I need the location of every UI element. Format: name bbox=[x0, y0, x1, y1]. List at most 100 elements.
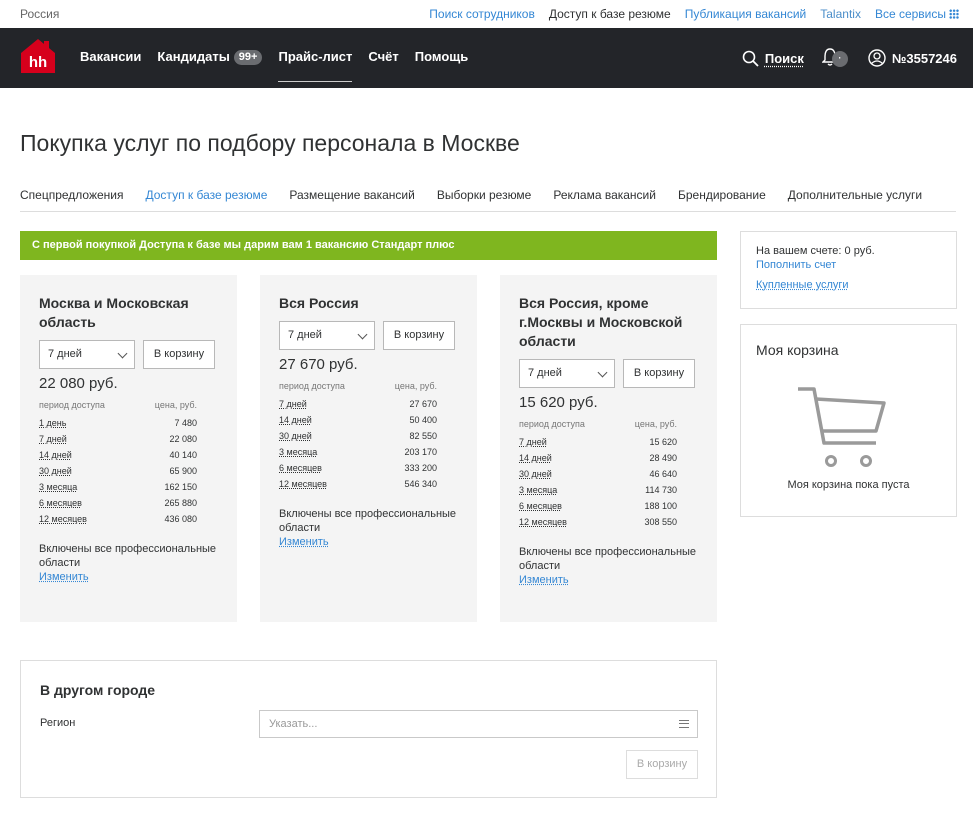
nav-account-bill[interactable]: Счёт bbox=[368, 28, 398, 88]
list-icon bbox=[679, 720, 689, 728]
price-header: цена, руб. bbox=[154, 400, 197, 410]
change-link[interactable]: Изменить bbox=[519, 574, 698, 586]
search-button[interactable]: Поиск bbox=[742, 50, 804, 67]
link-resume-access[interactable]: Доступ к базе резюме bbox=[549, 7, 671, 21]
grid-icon bbox=[949, 9, 959, 19]
add-to-cart-button[interactable]: В корзину bbox=[383, 321, 455, 350]
price-header: цена, руб. bbox=[394, 381, 437, 391]
table-row[interactable]: 12 месяцев 436 080 bbox=[39, 511, 197, 527]
row-price: 28 490 bbox=[649, 453, 677, 463]
change-link[interactable]: Изменить bbox=[279, 536, 458, 548]
nav-vacancies[interactable]: Вакансии bbox=[80, 28, 141, 88]
region-placeholder: Указать... bbox=[269, 718, 318, 730]
row-period: 12 месяцев bbox=[39, 514, 87, 524]
all-services-label: Все сервисы bbox=[874, 7, 946, 21]
hh-logo[interactable]: hh bbox=[20, 38, 56, 74]
period-select[interactable]: 7 дней bbox=[279, 321, 375, 350]
row-period: 7 дней bbox=[519, 437, 547, 447]
row-period: 6 месяцев bbox=[519, 501, 562, 511]
price-header: цена, руб. bbox=[634, 419, 677, 429]
table-row[interactable]: 7 дней 15 620 bbox=[519, 434, 677, 450]
period-header: период доступа bbox=[279, 381, 345, 391]
period-header: период доступа bbox=[519, 419, 585, 429]
main-header: hh Вакансии Кандидаты 99+ Прайс-лист Счёт… bbox=[0, 28, 973, 88]
row-price: 7 480 bbox=[174, 418, 197, 428]
link-all-services[interactable]: Все сервисы bbox=[875, 7, 959, 21]
tab-branding[interactable]: Брендирование bbox=[678, 188, 766, 211]
table-row[interactable]: 30 дней 82 550 bbox=[279, 428, 437, 444]
region-input[interactable]: Указать... bbox=[259, 710, 698, 738]
link-vacancy-publishing[interactable]: Публикация вакансий bbox=[685, 7, 807, 21]
tab-vacancy-ads[interactable]: Реклама вакансий bbox=[553, 188, 656, 211]
user-icon bbox=[868, 49, 886, 67]
region-card-russia: Вся Россия 7 дней В корзину 27 670 руб. … bbox=[260, 275, 477, 622]
row-period: 6 месяцев bbox=[279, 463, 322, 473]
region-card-moscow: Москва и Московская область 7 дней В кор… bbox=[20, 275, 237, 622]
tab-resume-selections[interactable]: Выборки резюме bbox=[437, 188, 532, 211]
period-select[interactable]: 7 дней bbox=[39, 340, 135, 369]
table-row[interactable]: 30 дней 65 900 bbox=[39, 463, 197, 479]
table-row[interactable]: 14 дней 28 490 bbox=[519, 450, 677, 466]
nav-price-list[interactable]: Прайс-лист bbox=[278, 28, 352, 88]
cart-empty-text: Моя корзина пока пуста bbox=[787, 479, 910, 491]
table-row[interactable]: 3 месяца 203 170 bbox=[279, 444, 437, 460]
row-price: 40 140 bbox=[169, 450, 197, 460]
table-row[interactable]: 30 дней 46 640 bbox=[519, 466, 677, 482]
included-areas-note: Включены все профессиональные области bbox=[519, 546, 697, 572]
account-balance-box: На вашем счете: 0 руб. Пополнить счет Ку… bbox=[740, 231, 957, 309]
country-selector[interactable]: Россия bbox=[20, 7, 59, 21]
account-menu[interactable]: №3557246 bbox=[868, 49, 957, 67]
table-row[interactable]: 6 месяцев 265 880 bbox=[39, 495, 197, 511]
price-table-header: период доступа цена, руб. bbox=[39, 400, 197, 410]
period-select-value: 7 дней bbox=[288, 329, 322, 341]
tab-special-offers[interactable]: Спецпредложения bbox=[20, 188, 124, 211]
notifications-button[interactable]: · bbox=[821, 47, 850, 69]
account-number: №3557246 bbox=[891, 50, 957, 66]
period-select-value: 7 дней bbox=[48, 348, 82, 360]
chevron-down-icon bbox=[117, 348, 128, 359]
row-price: 333 200 bbox=[404, 463, 437, 473]
nav-help[interactable]: Помощь bbox=[415, 28, 468, 88]
cart-title: Моя корзина bbox=[756, 342, 839, 358]
notification-badge: · bbox=[831, 51, 848, 67]
card-price: 15 620 руб. bbox=[519, 394, 598, 411]
row-price: 15 620 bbox=[649, 437, 677, 447]
table-row[interactable]: 6 месяцев 333 200 bbox=[279, 460, 437, 476]
period-select[interactable]: 7 дней bbox=[519, 359, 615, 388]
card-title: Вся Россия, кроме г.Москвы и Московской … bbox=[519, 295, 683, 349]
row-period: 12 месяцев bbox=[279, 479, 327, 489]
card-controls: 7 дней В корзину bbox=[279, 321, 458, 350]
tab-resume-access[interactable]: Доступ к базе резюме bbox=[146, 188, 268, 211]
row-price: 203 170 bbox=[404, 447, 437, 457]
link-find-employees[interactable]: Поиск сотрудников bbox=[429, 7, 535, 21]
tab-vacancy-placement[interactable]: Размещение вакансий bbox=[289, 188, 414, 211]
price-table-header: период доступа цена, руб. bbox=[279, 381, 437, 391]
table-row[interactable]: 14 дней 40 140 bbox=[39, 447, 197, 463]
other-city-add-to-cart-button[interactable]: В корзину bbox=[626, 750, 698, 779]
nav-candidates[interactable]: Кандидаты 99+ bbox=[157, 28, 263, 88]
row-price: 27 670 bbox=[409, 399, 437, 409]
table-row[interactable]: 1 день 7 480 bbox=[39, 415, 197, 431]
table-row[interactable]: 12 месяцев 308 550 bbox=[519, 514, 677, 530]
table-row[interactable]: 7 дней 22 080 bbox=[39, 431, 197, 447]
period-select-value: 7 дней bbox=[528, 367, 562, 379]
purchased-services-link[interactable]: Купленные услуги bbox=[756, 279, 941, 291]
included-areas-note: Включены все профессиональные области bbox=[39, 543, 217, 569]
table-row[interactable]: 14 дней 50 400 bbox=[279, 412, 437, 428]
add-to-cart-button[interactable]: В корзину bbox=[623, 359, 695, 388]
chevron-down-icon bbox=[597, 367, 608, 378]
add-to-cart-button[interactable]: В корзину bbox=[143, 340, 215, 369]
table-row[interactable]: 7 дней 27 670 bbox=[279, 396, 437, 412]
promo-banner: С первой покупкой Доступа к базе мы дари… bbox=[20, 231, 717, 260]
tab-additional-services[interactable]: Дополнительные услуги bbox=[788, 188, 922, 211]
table-row[interactable]: 3 месяца 162 150 bbox=[39, 479, 197, 495]
change-link[interactable]: Изменить bbox=[39, 571, 218, 583]
table-row[interactable]: 12 месяцев 546 340 bbox=[279, 476, 437, 492]
other-city-title: В другом городе bbox=[40, 682, 156, 698]
table-row[interactable]: 6 месяцев 188 100 bbox=[519, 498, 677, 514]
link-talantix[interactable]: Talantix bbox=[820, 7, 861, 21]
search-label: Поиск bbox=[764, 50, 804, 66]
table-row[interactable]: 3 месяца 114 730 bbox=[519, 482, 677, 498]
row-price: 114 730 bbox=[645, 485, 677, 495]
top-up-link[interactable]: Пополнить счет bbox=[756, 259, 941, 271]
